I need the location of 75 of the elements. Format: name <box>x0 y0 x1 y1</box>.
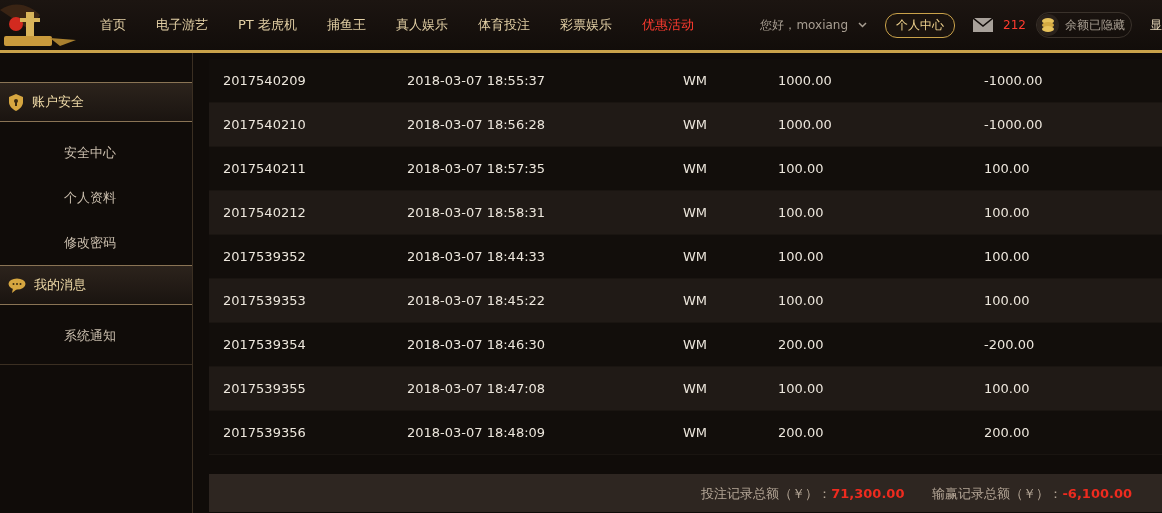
table-cell-text: 2018-03-07 18:58:31 <box>407 205 547 220</box>
nav-link[interactable]: 彩票娱乐 <box>547 16 624 34</box>
table-cell-text: 2017539353 <box>223 293 307 308</box>
table-cell-text: 2017540211 <box>223 161 307 176</box>
table-cell-text: WM <box>683 425 709 440</box>
table-cell-text: 2017540209 <box>223 73 307 88</box>
table-cell-text: 2018-03-07 18:47:08 <box>407 381 547 396</box>
table-cell-text: WM <box>683 117 709 132</box>
table-cell-text: 100.00 <box>984 293 1031 308</box>
table-cell-text: 2018-03-07 18:56:28 <box>407 117 547 132</box>
table-cell-text: 200.00 <box>778 337 825 352</box>
table-cell-text: 200.00 <box>778 425 825 440</box>
nav-link[interactable]: PT 老虎机 <box>226 16 309 34</box>
nav-link[interactable]: 优惠活动 <box>629 16 706 34</box>
table-cell-text: WM <box>683 293 709 308</box>
table-cell-text: WM <box>683 337 709 352</box>
nav-link[interactable]: 首页 <box>88 16 138 34</box>
table-cell-text: WM <box>683 161 709 176</box>
mail-count: 212 <box>1003 18 1026 32</box>
table-cell-text: WM <box>683 205 709 220</box>
table-cell-text: 2018-03-07 18:48:09 <box>407 425 547 440</box>
table-cell-text: WM <box>683 249 709 264</box>
section-title: 我的消息 <box>34 276 86 294</box>
sidebar-item[interactable]: 安全中心 <box>0 130 192 175</box>
sidebar-item[interactable]: 系统通知 <box>0 313 192 358</box>
table-cell-text: 2017539355 <box>223 381 307 396</box>
table-cell-text: 100.00 <box>778 249 825 264</box>
nav-link[interactable]: 体育投注 <box>465 16 542 34</box>
table-cell-text: 100.00 <box>984 249 1031 264</box>
table-cell-text: 100.00 <box>778 293 825 308</box>
table-cell-text: -200.00 <box>984 337 1036 352</box>
coins-icon <box>1037 14 1059 36</box>
table-cell-text: 200.00 <box>984 425 1031 440</box>
table-cell-text: 2017539352 <box>223 249 307 264</box>
table-cell-text: WM <box>683 73 709 88</box>
user-greeting[interactable]: 您好，moxiang <box>760 16 849 34</box>
section-title: 账户安全 <box>32 93 84 111</box>
table-cell-text: 1000.00 <box>778 117 833 132</box>
shield-icon <box>8 93 24 111</box>
table-cell-text: 2018-03-07 18:46:30 <box>407 337 547 352</box>
table-cell-text: 100.00 <box>984 205 1031 220</box>
table-cell-text: 2017539356 <box>223 425 307 440</box>
table-cell-text: 2018-03-07 18:45:22 <box>407 293 547 308</box>
sidebar-section-header[interactable]: 我的消息 <box>0 265 192 305</box>
table-cell-text: 2018-03-07 18:55:37 <box>407 73 547 88</box>
table-cell-text: 1000.00 <box>778 73 833 88</box>
table-cell-text: 2018-03-07 18:44:33 <box>407 249 547 264</box>
show-balance-link[interactable]: 显 <box>1150 16 1162 34</box>
table-cell-text: 100.00 <box>778 381 825 396</box>
account-center-button[interactable]: 个人中心 <box>885 12 956 38</box>
mail-icon[interactable] <box>973 18 994 32</box>
summary-value: -6,100.00 <box>1062 486 1132 501</box>
table-cell-text: 2017539354 <box>223 337 307 352</box>
table-cell-text: 100.00 <box>778 161 825 176</box>
table-cell-text: 100.00 <box>984 381 1031 396</box>
table-cell-text: 2018-03-07 18:57:35 <box>407 161 547 176</box>
table-cell-text: WM <box>683 381 709 396</box>
chevron-down-icon[interactable] <box>858 22 868 28</box>
table-cell-text: -1000.00 <box>984 73 1044 88</box>
sidebar-item[interactable]: 修改密码 <box>0 220 192 265</box>
summary-label: 投注记录总额（￥）： <box>701 486 832 501</box>
nav-link[interactable]: 电子游艺 <box>144 16 220 34</box>
table-cell-text: 100.00 <box>984 161 1031 176</box>
chat-icon <box>8 277 26 293</box>
sidebar-section-header[interactable]: 账户安全 <box>0 82 192 122</box>
table-cell-text: -1000.00 <box>984 117 1044 132</box>
table-cell-text: 2017540210 <box>223 117 307 132</box>
summary-label: 输赢记录总额（￥）： <box>932 486 1063 501</box>
nav-link[interactable]: 真人娱乐 <box>383 16 460 34</box>
balance-text: 余额已隐藏 <box>1065 16 1125 34</box>
summary-value: 71,300.00 <box>831 486 905 501</box>
nav-link[interactable]: 捕鱼王 <box>314 16 378 34</box>
table-cell-text: 2017540212 <box>223 205 307 220</box>
table-cell-text: 100.00 <box>778 205 825 220</box>
sidebar-item[interactable]: 个人资料 <box>0 175 192 220</box>
